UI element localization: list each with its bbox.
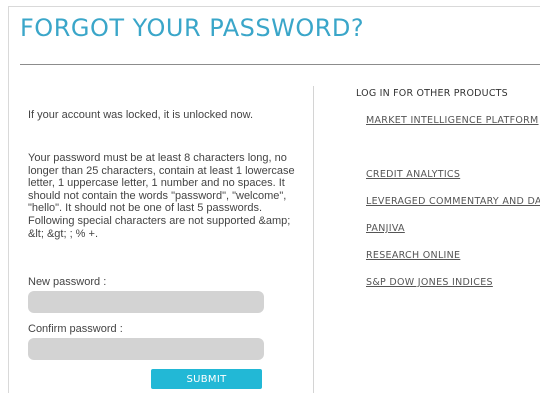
- product-link-panjiva[interactable]: PANJIVA: [366, 223, 405, 234]
- forgot-password-page: FORGOT YOUR PASSWORD? If your account wa…: [0, 0, 540, 393]
- product-link-leveraged-commentary[interactable]: LEVERAGED COMMENTARY AND DATA: [366, 196, 540, 207]
- product-link-sp-dow-jones[interactable]: S&P DOW JONES INDICES: [366, 277, 493, 288]
- new-password-label: New password :: [28, 276, 107, 288]
- new-password-input[interactable]: [28, 291, 264, 313]
- confirm-password-label: Confirm password :: [28, 323, 123, 335]
- title-divider: [20, 64, 540, 65]
- column-divider: [313, 86, 314, 393]
- page-title: FORGOT YOUR PASSWORD?: [20, 14, 365, 42]
- product-link-research-online[interactable]: RESEARCH ONLINE: [366, 250, 460, 261]
- product-link-market-intelligence[interactable]: MARKET INTELLIGENCE PLATFORM: [366, 115, 539, 126]
- password-rules-message: Your password must be at least 8 charact…: [28, 152, 295, 240]
- unlock-message: If your account was locked, it is unlock…: [28, 109, 254, 121]
- other-products-heading: LOG IN FOR OTHER PRODUCTS: [356, 88, 508, 99]
- confirm-password-input[interactable]: [28, 338, 264, 360]
- submit-button[interactable]: SUBMIT: [151, 369, 262, 389]
- product-link-credit-analytics[interactable]: CREDIT ANALYTICS: [366, 169, 460, 180]
